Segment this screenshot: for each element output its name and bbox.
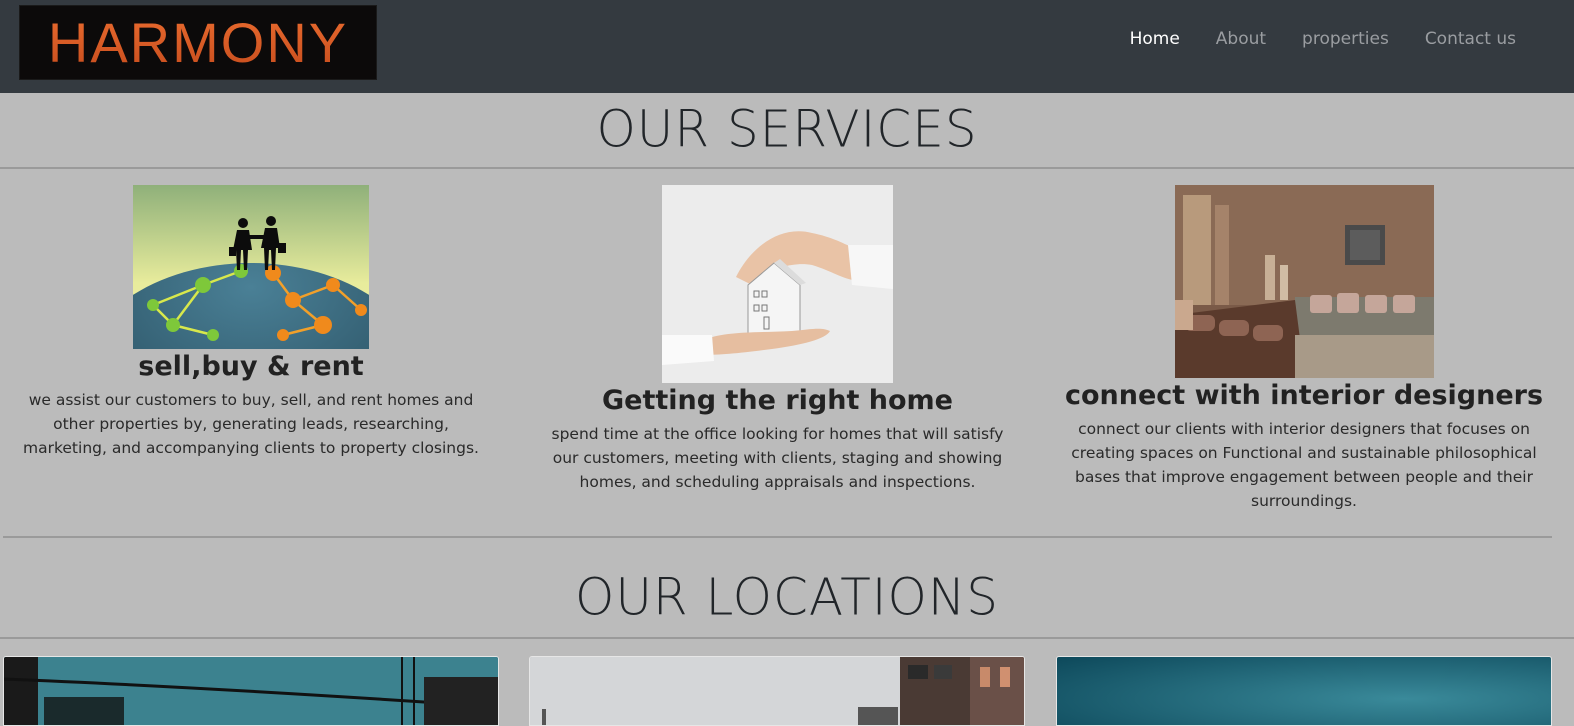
nav-links: Home About properties Contact us <box>1130 29 1516 49</box>
service-card-sell-buy-rent: sell,buy & rent we assist our customers … <box>22 185 480 460</box>
location-image-construction <box>4 657 498 725</box>
service-card-interior-designers: connect with interior designers connect … <box>1054 185 1554 513</box>
handshake-globe-image <box>133 185 369 349</box>
location-image-sky <box>1057 657 1551 725</box>
service-title: connect with interior designers <box>1064 380 1544 411</box>
service-card-right-home: Getting the right home spend time at the… <box>545 185 1010 494</box>
logo-text: HARMONY <box>47 10 349 74</box>
section-divider <box>3 536 1552 538</box>
service-title: sell,buy & rent <box>138 351 364 382</box>
hand-holding-house-image <box>662 185 893 383</box>
service-description: connect our clients with interior design… <box>1071 420 1537 510</box>
location-card-2[interactable] <box>529 656 1025 726</box>
services-divider <box>0 167 1574 169</box>
location-card-1[interactable] <box>3 656 499 726</box>
service-description: we assist our customers to buy, sell, an… <box>23 391 479 457</box>
living-room-interior-image <box>1174 185 1434 378</box>
location-card-3[interactable] <box>1056 656 1552 726</box>
service-title: Getting the right home <box>602 385 953 416</box>
nav-link-contact-us[interactable]: Contact us <box>1425 29 1516 49</box>
services-title: OUR SERVICES <box>596 99 978 159</box>
location-image-townhouses <box>530 657 1024 725</box>
locations-title: OUR LOCATIONS <box>574 567 1000 627</box>
navbar: HARMONY Home About properties Contact us <box>0 0 1574 93</box>
locations-divider <box>0 637 1574 639</box>
service-description: spend time at the office looking for hom… <box>551 425 1004 491</box>
harmony-logo[interactable]: HARMONY <box>19 5 377 80</box>
nav-link-about[interactable]: About <box>1216 29 1266 49</box>
nav-link-home[interactable]: Home <box>1130 29 1180 49</box>
nav-link-properties[interactable]: properties <box>1302 29 1389 49</box>
